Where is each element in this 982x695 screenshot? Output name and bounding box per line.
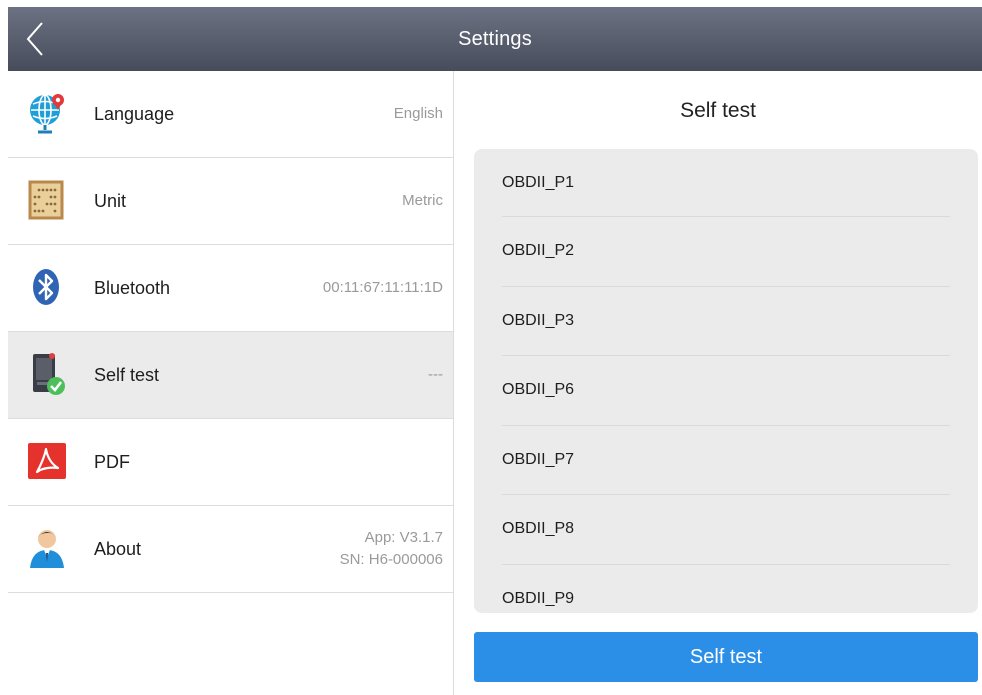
settings-item-bluetooth[interactable]: Bluetooth 00:11:67:11:11:1D [8, 245, 453, 332]
list-item[interactable]: OBDII_P6 [502, 356, 950, 426]
list-item-label: OBDII_P7 [502, 450, 575, 468]
list-item[interactable]: OBDII_P2 [502, 217, 950, 287]
list-item-label: OBDII_P3 [502, 311, 575, 329]
list-item-label: OBDII_P2 [502, 242, 575, 260]
list-item[interactable]: OBDII_P8 [502, 495, 950, 565]
list-item-label: OBDII_P8 [502, 520, 575, 538]
app-version: App: V3.1.7 [364, 529, 443, 546]
settings-item-pdf[interactable]: PDF [8, 419, 453, 506]
list-item[interactable]: OBDII_P7 [502, 426, 950, 495]
abacus-icon [25, 178, 69, 222]
list-item[interactable]: OBDII_P1 [502, 149, 950, 217]
page-title: Settings [458, 27, 532, 50]
globe-location-icon [25, 91, 69, 135]
user-icon [25, 526, 69, 570]
self-test-panel: Self test OBDII_P1 OBDII_P2 OBDII_P3 OBD… [453, 71, 982, 695]
self-test-list[interactable]: OBDII_P1 OBDII_P2 OBDII_P3 OBDII_P6 OBDI… [474, 149, 978, 613]
title-bar: Settings [8, 7, 982, 71]
settings-item-value: --- [428, 366, 443, 383]
settings-item-value: Metric [402, 192, 443, 209]
panel-title: Self test [680, 99, 756, 122]
bluetooth-icon [25, 265, 69, 309]
settings-item-language[interactable]: Language English [8, 71, 453, 158]
list-item-label: OBDII_P9 [502, 589, 575, 607]
settings-item-label: About [94, 538, 142, 559]
settings-item-unit[interactable]: Unit Metric [8, 158, 453, 245]
list-item[interactable]: OBDII_P3 [502, 287, 950, 356]
list-item-label: OBDII_P1 [502, 173, 575, 191]
settings-item-about[interactable]: About App: V3.1.7 SN: H6-000006 [8, 506, 453, 593]
settings-list: Language English Unit Metric Bluetooth 0… [8, 71, 453, 695]
settings-item-value: English [393, 105, 443, 122]
settings-item-value: 00:11:67:11:11:1D [322, 279, 443, 296]
chevron-left-icon[interactable] [22, 19, 52, 59]
settings-item-label: Unit [94, 190, 127, 211]
settings-item-label: Self test [94, 364, 160, 385]
settings-item-label: Language [94, 103, 175, 124]
self-test-button[interactable]: Self test [474, 632, 978, 682]
settings-item-label: PDF [94, 451, 130, 472]
serial-number: SN: H6-000006 [339, 551, 443, 568]
about-info: App: V3.1.7 SN: H6-000006 [340, 527, 443, 571]
list-item-label: OBDII_P6 [502, 381, 575, 399]
settings-item-label: Bluetooth [94, 277, 171, 298]
pdf-icon [25, 439, 69, 483]
list-item[interactable]: OBDII_P9 [502, 565, 950, 614]
device-check-icon [25, 352, 69, 396]
settings-item-self-test[interactable]: Self test --- [8, 332, 453, 419]
